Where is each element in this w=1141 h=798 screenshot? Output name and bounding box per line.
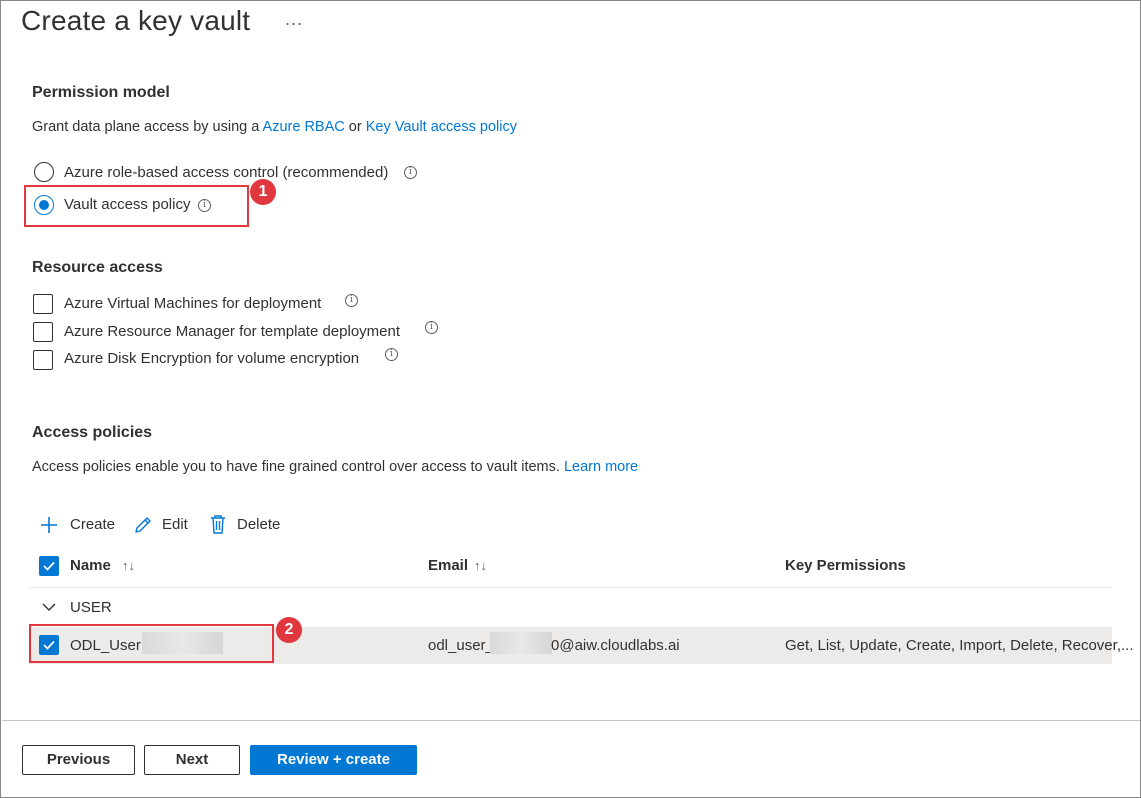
callout-highlight-2 xyxy=(29,624,274,663)
info-icon[interactable]: i xyxy=(345,294,358,307)
checkbox-disk-encryption-label[interactable]: Azure Disk Encryption for volume encrypt… xyxy=(64,350,359,367)
page-title: Create a key vault xyxy=(21,5,251,36)
radio-azure-rbac-label[interactable]: Azure role-based access control (recomme… xyxy=(64,164,388,181)
resource-access-heading: Resource access xyxy=(32,259,163,276)
chevron-down-icon[interactable] xyxy=(42,601,56,613)
learn-more-link[interactable]: Learn more xyxy=(564,459,638,475)
checkbox-vm-deployment-label[interactable]: Azure Virtual Machines for deployment xyxy=(64,295,321,312)
callout-badge-2: 2 xyxy=(276,617,302,643)
access-policies-heading: Access policies xyxy=(32,424,153,441)
permission-model-heading: Permission model xyxy=(32,84,170,101)
column-header-email[interactable]: Email xyxy=(428,557,468,574)
row-email-prefix: odl_user_ xyxy=(428,637,494,654)
previous-button[interactable]: Previous xyxy=(22,745,135,775)
checkbox-vm-deployment[interactable] xyxy=(33,294,53,314)
trash-icon xyxy=(211,515,225,534)
access-policies-desc-text: Access policies enable you to have fine … xyxy=(32,459,564,475)
more-options-button[interactable]: ... xyxy=(285,9,303,30)
column-header-key-permissions: Key Permissions xyxy=(785,557,906,574)
access-policies-description: Access policies enable you to have fine … xyxy=(32,459,638,475)
review-create-button[interactable]: Review + create xyxy=(250,745,417,775)
azure-rbac-link[interactable]: Azure RBAC xyxy=(263,119,345,135)
radio-azure-rbac[interactable] xyxy=(34,162,54,182)
table-header-divider xyxy=(29,587,1112,588)
info-icon[interactable]: i xyxy=(385,348,398,361)
edit-label: Edit xyxy=(162,516,188,533)
checkmark-icon xyxy=(43,561,55,571)
create-key-vault-window: Create a key vault ... Permission model … xyxy=(0,0,1141,798)
pencil-icon xyxy=(135,517,151,533)
create-label: Create xyxy=(70,516,116,533)
sort-name-icon[interactable]: ↑↓ xyxy=(122,558,135,573)
footer-divider xyxy=(2,720,1140,721)
permission-model-desc-text: Grant data plane access by using a xyxy=(32,119,263,135)
row-key-permissions: Get, List, Update, Create, Import, Delet… xyxy=(785,637,1134,654)
delete-label: Delete xyxy=(237,516,281,533)
key-vault-access-policy-link[interactable]: Key Vault access policy xyxy=(366,119,517,135)
redacted-email-part xyxy=(490,632,552,654)
plus-icon xyxy=(41,517,57,533)
permission-model-description: Grant data plane access by using a Azure… xyxy=(32,119,517,135)
checkbox-arm-template-deployment[interactable] xyxy=(33,322,53,342)
create-button[interactable]: Create xyxy=(39,514,127,536)
select-all-checkbox[interactable] xyxy=(39,556,59,576)
callout-badge-1: 1 xyxy=(250,179,276,205)
callout-highlight-1 xyxy=(24,185,249,227)
row-email-suffix: 0@aiw.cloudlabs.ai xyxy=(551,637,680,654)
checkbox-disk-encryption[interactable] xyxy=(33,350,53,370)
edit-button[interactable]: Edit xyxy=(133,514,195,536)
checkbox-arm-template-deployment-label[interactable]: Azure Resource Manager for template depl… xyxy=(64,323,400,340)
info-icon[interactable]: i xyxy=(404,166,417,179)
group-label-user: USER xyxy=(70,599,112,616)
info-icon[interactable]: i xyxy=(425,321,438,334)
sort-email-icon[interactable]: ↑↓ xyxy=(474,558,487,573)
delete-button[interactable]: Delete xyxy=(208,514,288,536)
column-header-name[interactable]: Name xyxy=(70,557,111,574)
permission-model-desc-or: or xyxy=(344,119,366,135)
next-button[interactable]: Next xyxy=(144,745,240,775)
